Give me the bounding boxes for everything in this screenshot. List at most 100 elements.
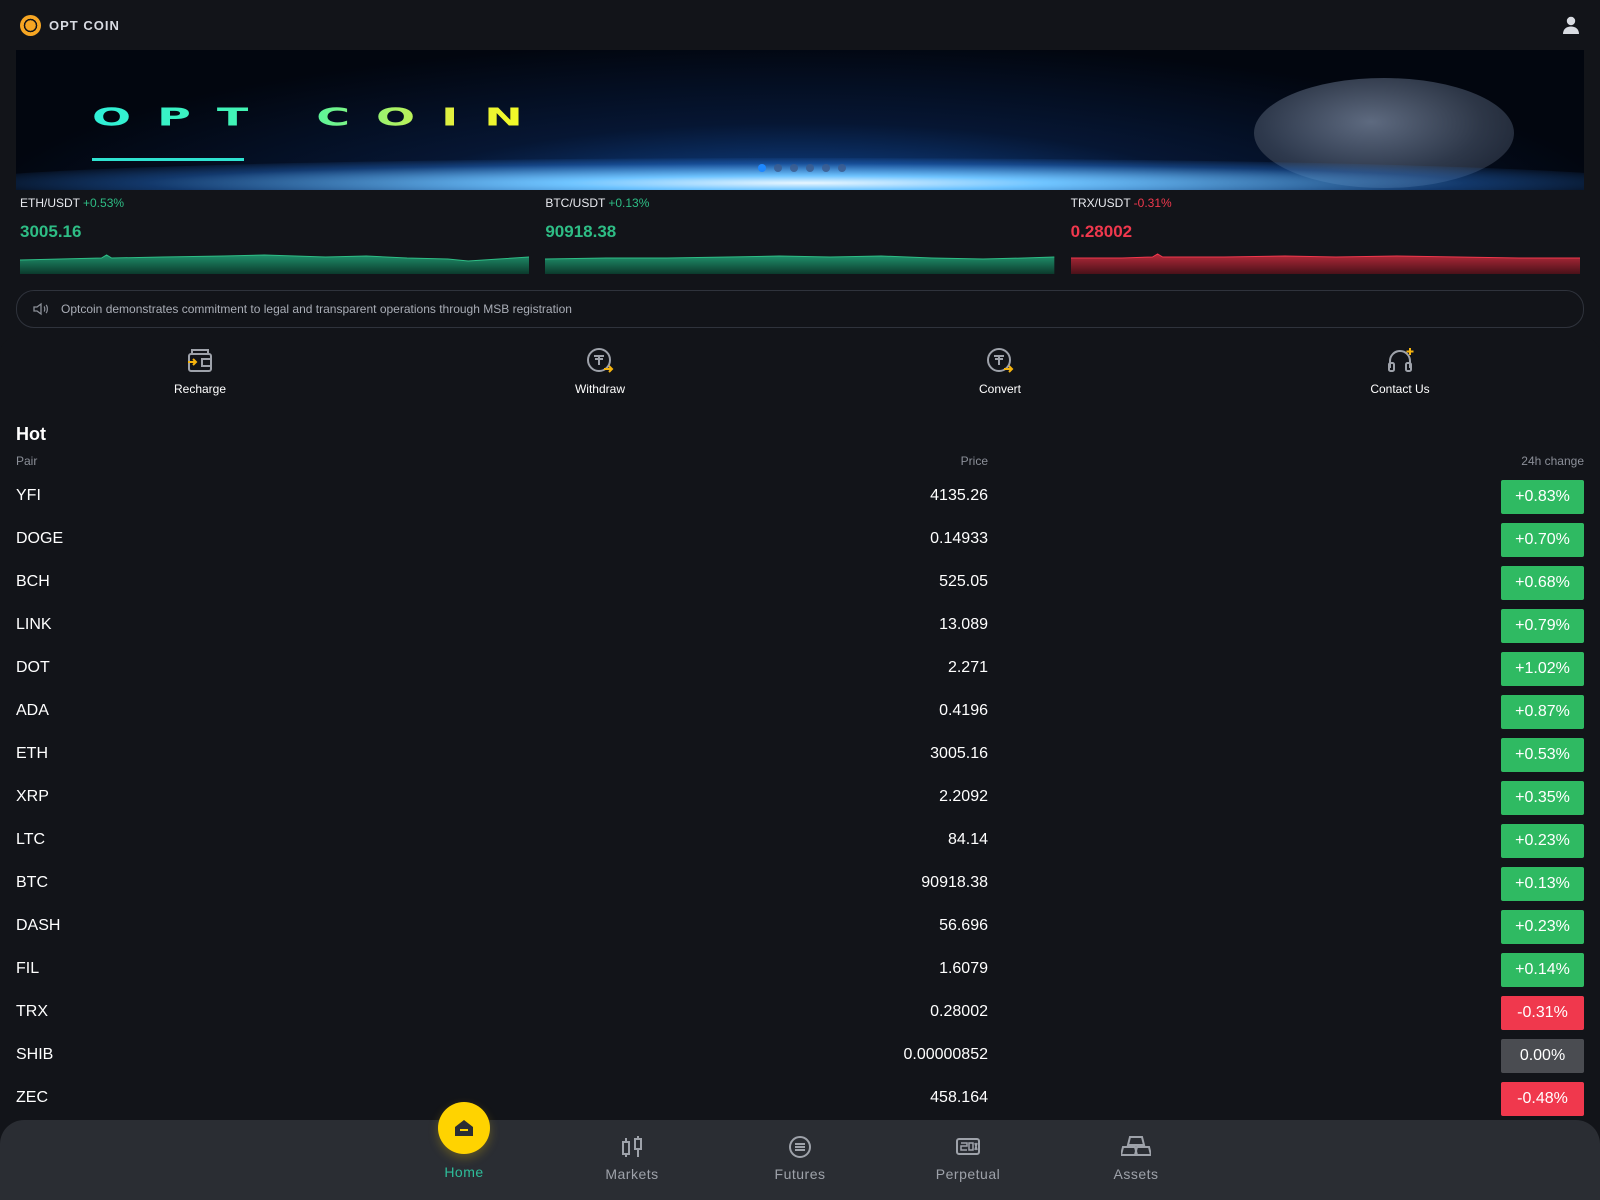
ticker-header: BTC/USDT +0.13% — [545, 196, 1054, 210]
pair-name: ZEC — [16, 1089, 48, 1106]
table-row[interactable]: XRP 2.2092 +0.35% — [0, 775, 1600, 818]
change-badge[interactable]: +1.02% — [1501, 652, 1584, 686]
promo-banner[interactable]: OPT COIN — [16, 50, 1584, 190]
pair-price: 3005.16 — [930, 745, 988, 762]
nav-assets[interactable]: Assets — [1076, 1120, 1196, 1200]
table-row[interactable]: SHIB 0.00000852 0.00% — [0, 1033, 1600, 1076]
user-button[interactable] — [1558, 12, 1584, 38]
pair-price: 525.05 — [939, 573, 988, 590]
section-title: Hot — [16, 424, 46, 444]
table-row[interactable]: BCH 525.05 +0.68% — [0, 560, 1600, 603]
speaker-icon — [33, 302, 48, 316]
pair-price: 0.28002 — [930, 1003, 988, 1020]
change-badge[interactable]: +0.23% — [1501, 910, 1584, 944]
pair-name: TRX — [16, 1003, 48, 1020]
nav-label: Home — [444, 1164, 484, 1180]
ticker-change: +0.13% — [608, 196, 650, 210]
banner-dot[interactable] — [822, 164, 830, 172]
pair-price: 0.4196 — [939, 702, 988, 719]
recharge-icon — [188, 349, 212, 372]
change-badge[interactable]: +0.79% — [1501, 609, 1584, 643]
table-row[interactable]: FIL 1.6079 +0.14% — [0, 947, 1600, 990]
horizon-glow — [16, 158, 1584, 190]
ticker-header: TRX/USDT -0.31% — [1071, 196, 1580, 210]
ticker-pair: TRX/USDT — [1070, 196, 1131, 210]
banner-underline — [92, 158, 244, 161]
change-badge[interactable]: +0.83% — [1501, 480, 1584, 514]
banner-dot[interactable] — [774, 164, 782, 172]
table-row[interactable]: LINK 13.089 +0.79% — [0, 603, 1600, 646]
pair-price: 2.271 — [947, 659, 988, 676]
change-badge[interactable]: +0.70% — [1501, 523, 1584, 557]
ticker-change: +0.53% — [83, 196, 125, 210]
quick-label: Withdraw — [574, 382, 625, 396]
banner-dot[interactable] — [758, 164, 766, 172]
withdraw-button[interactable]: Withdraw — [400, 336, 800, 406]
notice-bar[interactable]: Optcoin demonstrates commitment to legal… — [16, 290, 1584, 328]
pair-price: 13.089 — [939, 616, 988, 633]
change-badge[interactable]: +0.23% — [1501, 824, 1584, 858]
quick-label: Recharge — [173, 382, 227, 396]
banner-dot[interactable] — [838, 164, 846, 172]
change-badge[interactable]: -0.48% — [1501, 1082, 1584, 1116]
banner-title: OPT COIN — [92, 102, 549, 132]
ticker-price: 3005.16 — [20, 222, 82, 241]
column-header-price: Price — [960, 454, 988, 468]
headset-icon — [1388, 348, 1414, 372]
ticker-price: 90918.38 — [545, 222, 617, 241]
table-row[interactable]: TRX 0.28002 -0.31% — [0, 990, 1600, 1033]
change-badge[interactable]: 0.00% — [1501, 1039, 1584, 1073]
user-icon — [1563, 16, 1579, 34]
pair-name: ETH — [16, 745, 48, 762]
pair-price: 84.14 — [947, 831, 988, 848]
change-badge[interactable]: +0.13% — [1501, 867, 1584, 901]
change-badge[interactable]: +0.14% — [1501, 953, 1584, 987]
change-badge[interactable]: +0.53% — [1501, 738, 1584, 772]
home-bubble — [438, 1102, 490, 1154]
convert-button[interactable]: Convert — [800, 336, 1200, 406]
table-row[interactable]: DASH 56.696 +0.23% — [0, 904, 1600, 947]
nav-home[interactable]: Home — [404, 1102, 524, 1200]
top-bar: OPT COIN — [0, 0, 1600, 50]
change-badge[interactable]: +0.87% — [1501, 695, 1584, 729]
change-badge[interactable]: +0.68% — [1501, 566, 1584, 600]
brand-name: OPT COIN — [49, 17, 120, 33]
nav-markets[interactable]: Markets — [572, 1120, 692, 1200]
notice-text: Optcoin demonstrates commitment to legal… — [61, 302, 572, 316]
pair-price: 1.6079 — [939, 960, 988, 977]
ticker-btc[interactable]: BTC/USDT +0.13% 90918.38 — [541, 194, 1058, 280]
ticker-price: 0.28002 — [1070, 222, 1133, 241]
table-row[interactable]: BTC 90918.38 +0.13% — [0, 861, 1600, 904]
ticker-pair: BTC/USDT — [545, 196, 606, 210]
sparkline-chart — [20, 254, 530, 274]
table-row[interactable]: ETH 3005.16 +0.53% — [0, 732, 1600, 775]
pair-price: 0.00000852 — [903, 1046, 988, 1063]
pair-name: BTC — [16, 874, 48, 891]
change-badge[interactable]: +0.35% — [1501, 781, 1584, 815]
recharge-button[interactable]: Recharge — [0, 336, 400, 406]
column-header-pair: Pair — [16, 454, 38, 468]
table-row[interactable]: YFI 4135.26 +0.83% — [0, 474, 1600, 517]
change-badge[interactable]: -0.31% — [1501, 996, 1584, 1030]
nav-futures[interactable]: Futures — [740, 1120, 860, 1200]
perpetual-icon — [956, 1138, 980, 1155]
brand[interactable]: OPT COIN — [20, 14, 120, 36]
table-row[interactable]: LTC 84.14 +0.23% — [0, 818, 1600, 861]
pair-price: 2.2092 — [939, 788, 988, 805]
logo-icon — [20, 14, 41, 36]
ticker-strip: ETH/USDT +0.53% 3005.16 BTC/USDT +0.13% 90… — [16, 194, 1584, 280]
banner-dot[interactable] — [790, 164, 798, 172]
sparkline-chart — [1070, 253, 1580, 274]
contact-us-button[interactable]: Contact Us — [1200, 336, 1600, 406]
table-row[interactable]: ADA 0.4196 +0.87% — [0, 689, 1600, 732]
column-header-change: 24h change — [1521, 454, 1584, 468]
table-row[interactable]: DOGE 0.14933 +0.70% — [0, 517, 1600, 560]
ticker-eth[interactable]: ETH/USDT +0.53% 3005.16 — [16, 194, 533, 280]
table-row[interactable]: DOT 2.271 +1.02% — [0, 646, 1600, 689]
table-row[interactable]: ZEC 458.164 -0.48% — [0, 1076, 1600, 1119]
nav-perpetual[interactable]: Perpetual — [908, 1120, 1028, 1200]
pair-name: SHIB — [16, 1046, 54, 1063]
pair-name: YFI — [16, 487, 41, 504]
banner-dot[interactable] — [806, 164, 814, 172]
ticker-trx[interactable]: TRX/USDT -0.31% 0.28002 — [1067, 194, 1584, 280]
